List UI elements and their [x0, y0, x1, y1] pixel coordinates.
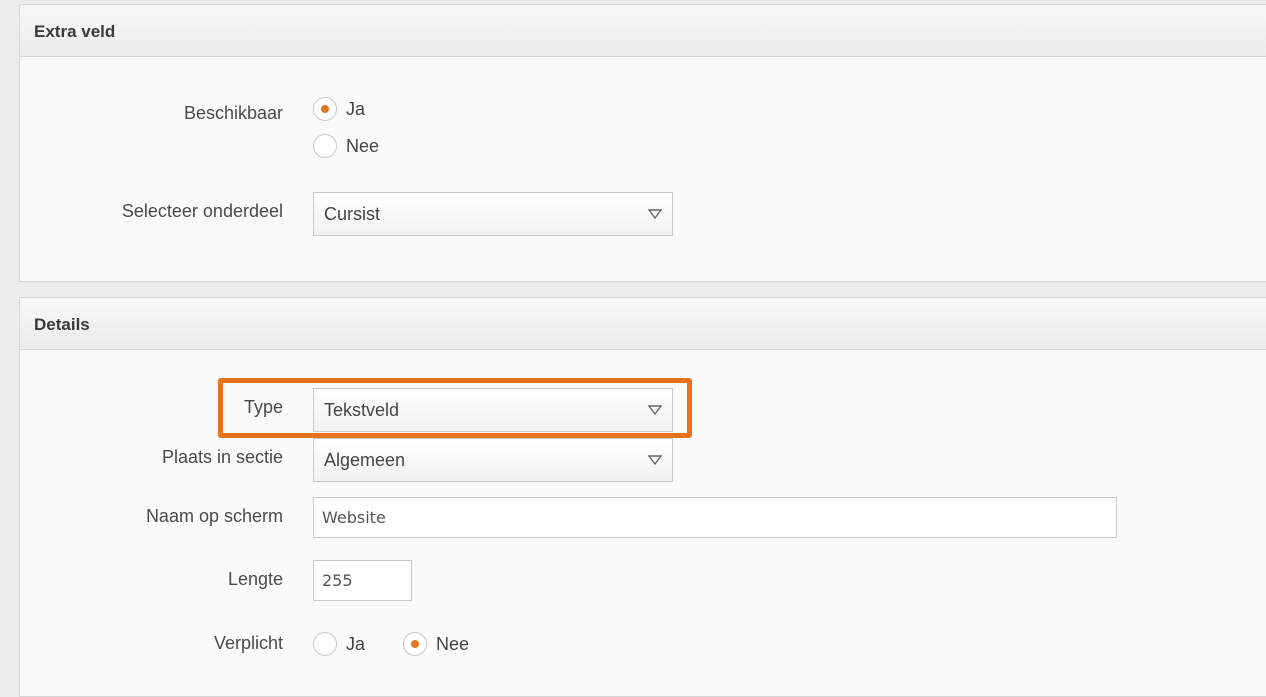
verplicht-ja-label: Ja	[346, 633, 366, 654]
naam-input[interactable]	[313, 497, 1117, 538]
extra-veld-panel: Extra veld Beschikbaar Ja Nee Selecteer …	[19, 4, 1266, 282]
lengte-label: Lengte	[227, 569, 283, 589]
radio-circle	[313, 632, 337, 656]
radio-selected-dot	[411, 640, 419, 648]
beschikbaar-ja-label: Ja	[346, 98, 366, 119]
type-label: Type	[243, 397, 283, 417]
caret-down-icon	[648, 209, 662, 220]
beschikbaar-ja-radio[interactable]: Ja	[313, 97, 365, 121]
type-select[interactable]: Tekstveld	[313, 388, 673, 432]
plaats-select-value: Algemeen	[324, 450, 406, 470]
verplicht-ja-radio[interactable]: Ja	[313, 632, 365, 656]
onderdeel-select[interactable]: Cursist	[313, 192, 673, 236]
verplicht-label: Verplicht	[213, 633, 283, 653]
onderdeel-select-value: Cursist	[324, 204, 381, 224]
beschikbaar-nee-radio[interactable]: Nee	[313, 134, 379, 158]
verplicht-nee-radio[interactable]: Nee	[403, 632, 469, 656]
beschikbaar-nee-label: Nee	[346, 135, 380, 156]
plaats-select[interactable]: Algemeen	[313, 438, 673, 482]
radio-circle	[313, 134, 337, 158]
radio-selected-dot	[321, 105, 329, 113]
lengte-input[interactable]	[313, 560, 412, 601]
extra-veld-header: Extra veld	[20, 5, 1266, 57]
caret-down-icon	[648, 455, 662, 466]
details-header: Details	[20, 298, 1266, 350]
radio-circle	[403, 632, 427, 656]
beschikbaar-label: Beschikbaar	[183, 103, 283, 123]
caret-down-icon	[648, 405, 662, 416]
type-select-value: Tekstveld	[324, 400, 400, 420]
radio-circle	[313, 97, 337, 121]
details-panel: Details Type Tekstveld Plaats in sectie …	[19, 297, 1266, 697]
onderdeel-label: Selecteer onderdeel	[121, 201, 283, 221]
naam-label: Naam op scherm	[145, 506, 283, 526]
verplicht-nee-label: Nee	[436, 633, 470, 654]
plaats-label: Plaats in sectie	[161, 447, 283, 467]
